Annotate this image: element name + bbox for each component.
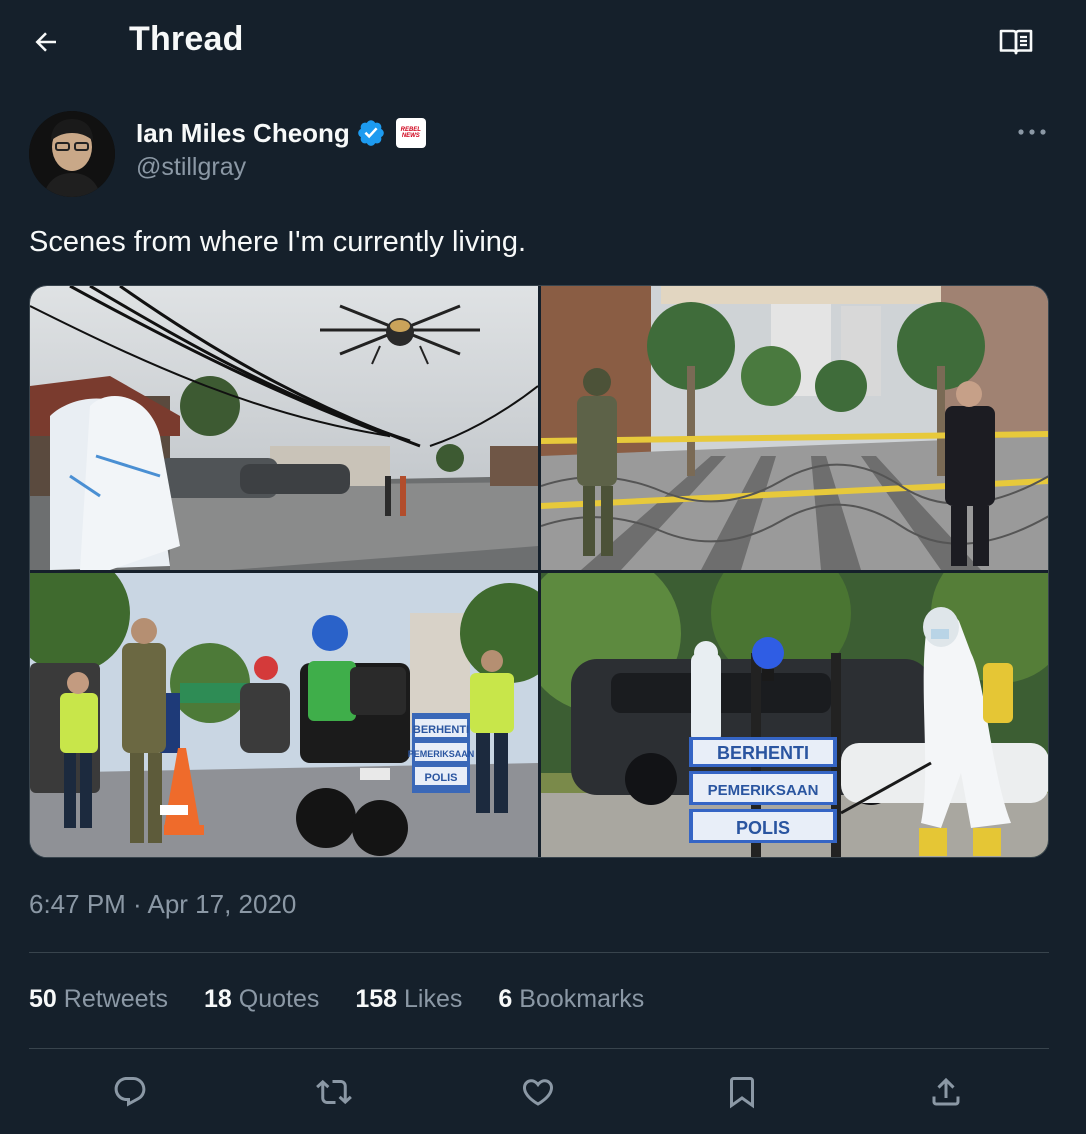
heart-icon xyxy=(522,1079,554,1106)
quotes-stat[interactable]: 18 Quotes xyxy=(204,985,319,1014)
bookmark-icon xyxy=(730,1077,754,1109)
share-button[interactable] xyxy=(920,1066,972,1118)
barbed-wire-roadblock-photo[interactable] xyxy=(541,286,1048,570)
likes-count: 158 xyxy=(355,985,398,1013)
retweets-stat[interactable]: 50 Retweets xyxy=(29,985,168,1014)
verified-badge-icon[interactable] xyxy=(356,118,386,148)
tweet-media-grid: BERHENTI PEMERIKSAAN POLIS BERHENTI PEME… xyxy=(29,285,1049,858)
checkpoint-sign-line-3: POLIS xyxy=(424,772,457,784)
tweet-stats: 50 Retweets 18 Quotes 158 Likes 6 Bookma… xyxy=(29,985,644,1014)
checkpoint-sign-line-2: PEMERIKSAAN xyxy=(408,749,475,759)
roadside-sign-line-3: POLIS xyxy=(736,818,790,838)
affiliation-badge-text: REBEL NEWS xyxy=(400,127,421,139)
retweet-button[interactable] xyxy=(308,1066,360,1118)
drone-spraying-street-photo[interactable] xyxy=(30,286,538,570)
police-checkpoint-motorbike-photo[interactable]: BERHENTI PEMERIKSAAN POLIS xyxy=(30,573,538,857)
reader-mode-icon xyxy=(999,29,1033,55)
more-dots-icon xyxy=(1018,129,1046,135)
back-button[interactable] xyxy=(22,20,70,64)
roadside-sign-line-2: PEMERIKSAAN xyxy=(708,782,819,799)
likes-label: Likes xyxy=(404,985,463,1013)
bookmarks-stat[interactable]: 6 Bookmarks xyxy=(498,985,644,1014)
author-name-row: Ian Miles Cheong REBEL NEWS xyxy=(136,114,426,152)
likes-stat[interactable]: 158 Likes xyxy=(355,985,462,1014)
quotes-label: Quotes xyxy=(238,985,320,1013)
divider xyxy=(29,1048,1049,1049)
thread-header: Thread xyxy=(0,0,1086,84)
bookmark-button[interactable] xyxy=(716,1066,768,1118)
share-icon xyxy=(932,1077,960,1106)
tweet-timestamp[interactable]: 6:47 PM · Apr 17, 2020 xyxy=(29,889,296,920)
more-options-button[interactable] xyxy=(1010,112,1054,152)
affiliation-badge[interactable]: REBEL NEWS xyxy=(395,118,426,148)
disinfection-worker-photo[interactable]: BERHENTI PEMERIKSAAN POLIS xyxy=(541,573,1048,857)
retweets-count: 50 xyxy=(29,985,57,1013)
author-handle[interactable]: @stillgray xyxy=(136,153,246,182)
roadside-sign-line-1: BERHENTI xyxy=(717,743,809,763)
reply-icon xyxy=(114,1077,146,1107)
arrow-left-icon xyxy=(35,32,56,52)
page-title: Thread xyxy=(129,20,244,58)
tweet-action-bar xyxy=(0,1066,1086,1118)
retweets-label: Retweets xyxy=(63,985,168,1013)
divider xyxy=(29,952,1049,953)
bookmarks-count: 6 xyxy=(498,985,513,1013)
reader-mode-button[interactable] xyxy=(992,20,1040,64)
avatar[interactable] xyxy=(29,111,115,197)
retweet-icon xyxy=(316,1079,352,1105)
author-name[interactable]: Ian Miles Cheong xyxy=(136,118,350,149)
bookmarks-label: Bookmarks xyxy=(519,985,645,1013)
reply-button[interactable] xyxy=(104,1066,156,1118)
checkpoint-sign-line-1: BERHENTI xyxy=(413,724,469,736)
quotes-count: 18 xyxy=(203,985,232,1013)
tweet-text: Scenes from where I'm currently living. xyxy=(29,226,527,258)
like-button[interactable] xyxy=(512,1066,564,1118)
